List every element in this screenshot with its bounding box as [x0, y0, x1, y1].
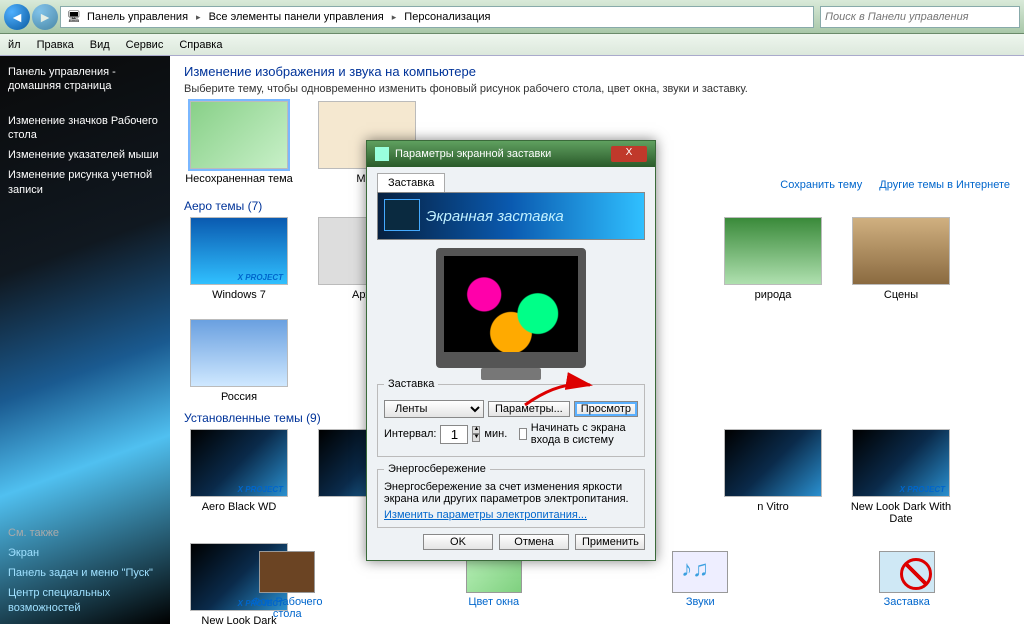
menu-service[interactable]: Сервис [118, 39, 172, 51]
theme-label: New Look Dark With Date [846, 501, 956, 525]
sidebar-account-picture[interactable]: Изменение рисунка учетной записи [8, 165, 162, 200]
preview-button[interactable]: Просмотр [574, 401, 638, 417]
sidebar-taskbar[interactable]: Панель задач и меню "Пуск" [8, 563, 162, 583]
interval-input[interactable] [440, 425, 468, 444]
sounds-link[interactable]: Звуки [650, 551, 750, 620]
apply-button[interactable]: Применить [575, 534, 645, 550]
sidebar-ease[interactable]: Центр специальных возможностей [8, 583, 162, 618]
search-input[interactable] [820, 6, 1020, 28]
dialog-title: Параметры экранной заставки [395, 148, 551, 160]
power-description: Энергосбережение за счет изменения яркос… [384, 481, 638, 505]
screensaver-group: Заставка Ленты Параметры... Просмотр Инт… [377, 378, 645, 457]
desktop-background-link[interactable]: Фон Рабочего стола [237, 551, 337, 620]
personalization-shortcuts: Фон Рабочего стола Цвет окна Звуки Заста… [184, 551, 1010, 620]
theme-windows7[interactable]: X PROJECT Windows 7 [184, 217, 294, 301]
screensaver-preview-monitor [436, 248, 586, 368]
theme-scenes[interactable]: Сцены [846, 217, 956, 301]
close-button[interactable]: X [611, 146, 647, 162]
sidebar-mouse-pointers[interactable]: Изменение указателей мыши [8, 145, 162, 165]
ok-button[interactable]: OK [423, 534, 493, 550]
theme-nature[interactable]: рирода [718, 217, 828, 301]
menu-file[interactable]: йл [0, 39, 29, 51]
group-label: Заставка [384, 378, 438, 390]
dialog-icon [375, 147, 389, 161]
screensaver-dialog: Параметры экранной заставки X Заставка Э… [366, 140, 656, 561]
theme-label: Несохраненная тема [184, 173, 294, 185]
save-theme-link[interactable]: Сохранить тему [780, 179, 862, 191]
screensaver-select[interactable]: Ленты [384, 400, 484, 418]
breadcrumb[interactable]: 🖥 Панель управления Все элементы панели … [60, 6, 814, 28]
menu-view[interactable]: Вид [82, 39, 118, 51]
shortcut-label: Заставка [857, 596, 957, 608]
forward-button[interactable]: ► [32, 4, 58, 30]
back-button[interactable]: ◄ [4, 4, 30, 30]
theme-label: Windows 7 [184, 289, 294, 301]
page-subtitle: Выберите тему, чтобы одновременно измени… [184, 83, 1010, 95]
online-themes-link[interactable]: Другие темы в Интернете [879, 179, 1010, 191]
interval-spinner[interactable]: ▲▼ [472, 426, 480, 442]
interval-label: Интервал: [384, 428, 436, 440]
menu-edit[interactable]: Правка [29, 39, 82, 51]
sidebar: Панель управления - домашняя страница Из… [0, 56, 170, 624]
theme-newlook-date[interactable]: X PROJECT New Look Dark With Date [846, 429, 956, 525]
window-color-link[interactable]: Цвет окна [444, 551, 544, 620]
theme-russia[interactable]: Россия [184, 319, 294, 403]
cancel-button[interactable]: Отмена [499, 534, 569, 550]
address-bar: ◄ ► 🖥 Панель управления Все элементы пан… [0, 0, 1024, 34]
tab-screensaver[interactable]: Заставка [377, 173, 445, 192]
settings-button[interactable]: Параметры... [488, 401, 570, 417]
min-label: мин. [484, 428, 507, 440]
on-resume-checkbox[interactable] [519, 428, 527, 440]
sidebar-screen[interactable]: Экран [8, 543, 162, 563]
theme-label: n Vitro [718, 501, 828, 513]
shortcut-label: Фон Рабочего стола [237, 596, 337, 620]
menu-help[interactable]: Справка [171, 39, 230, 51]
theme-label: Россия [184, 391, 294, 403]
theme-label: Сцены [846, 289, 956, 301]
theme-vitro[interactable]: n Vitro [718, 429, 828, 525]
theme-label: Aero Black WD [184, 501, 294, 513]
sidebar-desktop-icons[interactable]: Изменение значков Рабочего стола [8, 111, 162, 146]
menu-bar: йл Правка Вид Сервис Справка [0, 34, 1024, 56]
dialog-titlebar[interactable]: Параметры экранной заставки X [367, 141, 655, 167]
shortcut-label: Звуки [650, 596, 750, 608]
crumb-cp[interactable]: Панель управления [85, 11, 190, 23]
theme-aero-black[interactable]: X PROJECT Aero Black WD [184, 429, 294, 525]
theme-unsaved[interactable]: Несохраненная тема [184, 101, 294, 185]
power-group-label: Энергосбережение [384, 463, 490, 475]
sidebar-home[interactable]: Панель управления - домашняя страница [8, 62, 162, 97]
crumb-pers[interactable]: Персонализация [402, 11, 492, 23]
shortcut-label: Цвет окна [444, 596, 544, 608]
crumb-all[interactable]: Все элементы панели управления [207, 11, 386, 23]
power-settings-link[interactable]: Изменить параметры электропитания... [384, 509, 587, 521]
sidebar-seealso: См. также [8, 523, 162, 543]
theme-label: рирода [718, 289, 828, 301]
on-resume-label: Начинать с экрана входа в систему [531, 422, 638, 446]
dialog-banner: Экранная заставка [377, 192, 645, 240]
control-panel-icon: 🖥 [65, 10, 83, 23]
screensaver-link[interactable]: Заставка [857, 551, 957, 620]
power-group: Энергосбережение Энергосбережение за сче… [377, 463, 645, 528]
page-title: Изменение изображения и звука на компьют… [184, 64, 1010, 79]
